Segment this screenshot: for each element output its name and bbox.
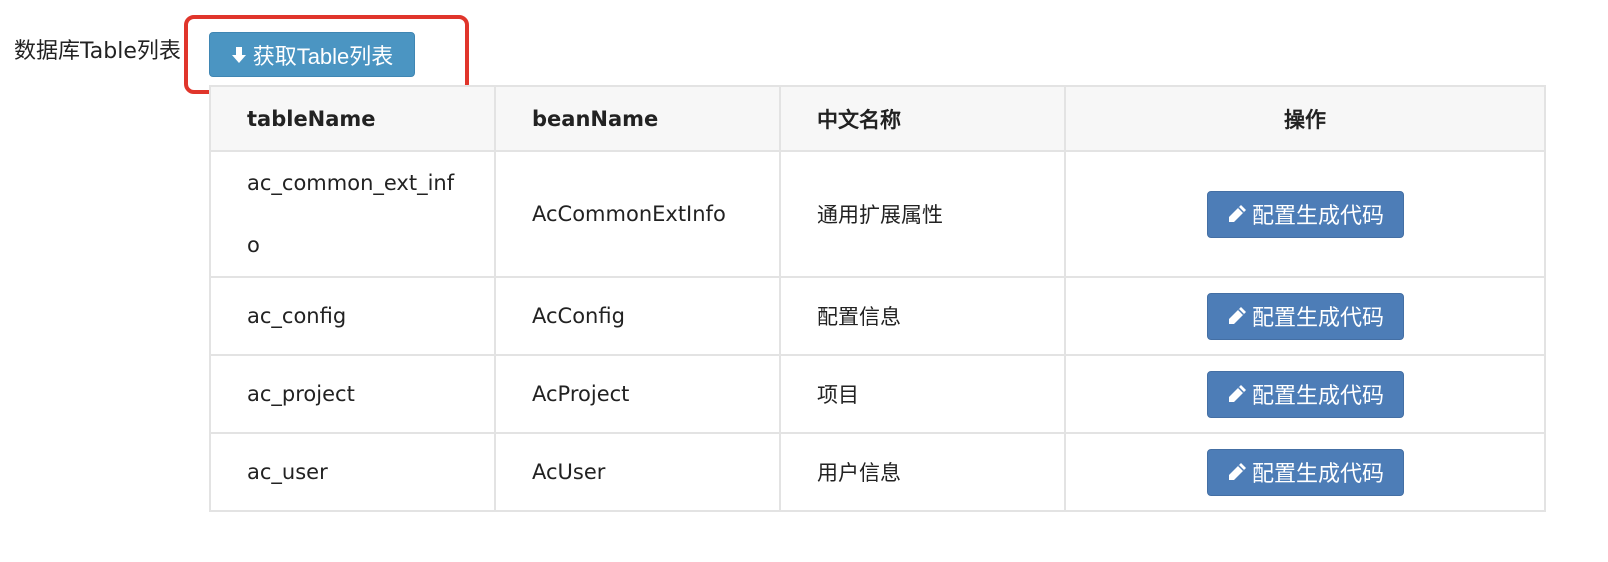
cell-actions: 配置生成代码 [1064,150,1546,278]
cell-actions: 配置生成代码 [1064,354,1546,434]
cell-chinese-name: 配置信息 [779,276,1066,356]
cell-beanname: AcUser [494,432,781,512]
table-list: tableName beanName 中文名称 操作 ac_common_ext… [209,85,1546,512]
configure-button-label: 配置生成代码 [1251,203,1384,228]
cell-beanname: AcCommonExtInfo [494,150,781,278]
section-label: 数据库Table列表 [14,39,181,64]
cell-beanname: AcProject [494,354,781,434]
configure-button-label: 配置生成代码 [1251,383,1384,408]
cell-actions: 配置生成代码 [1064,276,1546,356]
cell-tablename: ac_config [209,276,496,356]
cell-tablename: ac_common_ext_info [209,150,496,278]
configure-generate-code-button[interactable]: 配置生成代码 [1206,370,1404,418]
page: 数据库Table列表 获取Table列表 tableName beanName … [0,0,1608,562]
header-chinese-name: 中文名称 [779,85,1066,152]
header-actions: 操作 [1064,85,1546,152]
configure-generate-code-button[interactable]: 配置生成代码 [1206,448,1404,496]
cell-chinese-name: 用户信息 [779,432,1066,512]
configure-button-label: 配置生成代码 [1251,461,1384,486]
table-row: ac_project AcProject 项目 配置生成代码 [209,354,1546,434]
fetch-table-list-button[interactable]: 获取Table列表 [209,32,415,77]
cell-tablename: ac_user [209,432,496,512]
configure-button-label: 配置生成代码 [1251,305,1384,330]
table-row: ac_common_ext_info AcCommonExtInfo 通用扩展属… [209,150,1546,278]
cell-actions: 配置生成代码 [1064,432,1546,512]
download-arrow-icon [231,46,246,63]
table-row: ac_config AcConfig 配置信息 配置生成代码 [209,276,1546,356]
cell-chinese-name: 项目 [779,354,1066,434]
fetch-button-label: 获取Table列表 [252,43,394,69]
pencil-icon [1228,307,1246,324]
pencil-icon [1228,385,1246,402]
cell-beanname: AcConfig [494,276,781,356]
cell-tablename: ac_project [209,354,496,434]
configure-generate-code-button[interactable]: 配置生成代码 [1206,190,1404,238]
table-header-row: tableName beanName 中文名称 操作 [209,85,1546,152]
table-row: ac_user AcUser 用户信息 配置生成代码 [209,432,1546,512]
header-tablename: tableName [209,85,496,152]
tablename-text: ac_common_ext_info [247,171,455,257]
header-beanname: beanName [494,85,781,152]
pencil-icon [1228,463,1246,480]
cell-chinese-name: 通用扩展属性 [779,150,1066,278]
pencil-icon [1228,205,1246,222]
configure-generate-code-button[interactable]: 配置生成代码 [1206,292,1404,340]
